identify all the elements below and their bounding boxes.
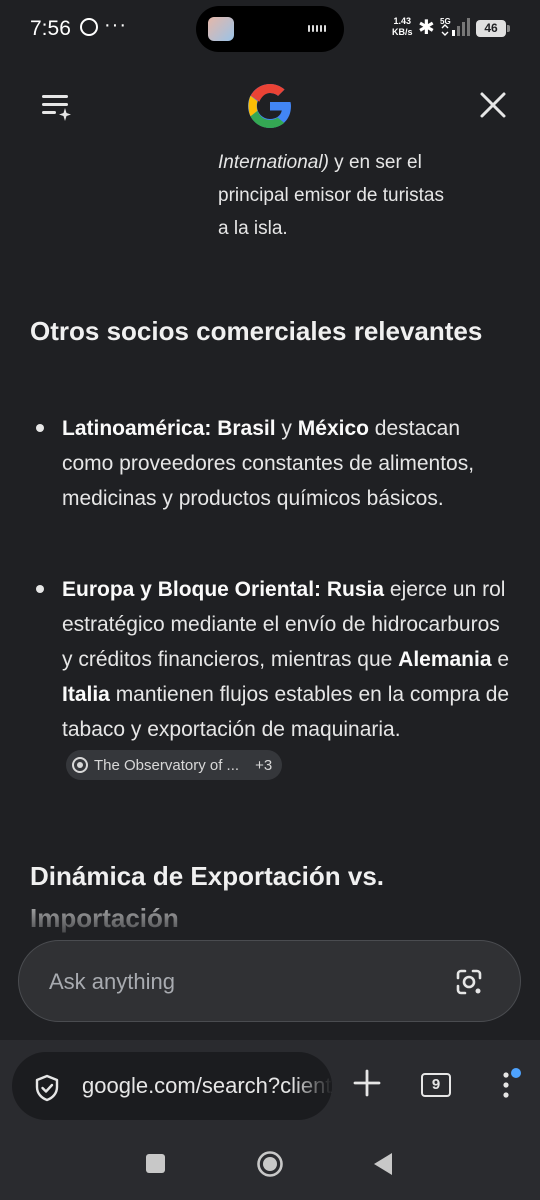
ask-input[interactable] bbox=[47, 965, 431, 999]
status-bar: 7:56 ··· 1.43 KB/s ✱ 5G 46 bbox=[0, 0, 540, 62]
google-g-icon bbox=[248, 84, 291, 128]
ask-box[interactable] bbox=[18, 940, 521, 1022]
media-thumbnail bbox=[208, 17, 234, 41]
url-bar[interactable]: google.com/search?client bbox=[12, 1052, 332, 1120]
close-icon[interactable] bbox=[478, 90, 508, 120]
app-header bbox=[0, 62, 540, 152]
recents-button[interactable] bbox=[146, 1154, 165, 1173]
dynamic-island[interactable] bbox=[196, 6, 344, 52]
source-chip[interactable]: The Observatory of ... +3 bbox=[66, 750, 283, 781]
back-button[interactable] bbox=[372, 1151, 394, 1177]
bullet-icon bbox=[36, 585, 44, 593]
signal-icon: 5G bbox=[440, 17, 470, 36]
update-badge bbox=[511, 1068, 521, 1078]
tab-switcher-button[interactable]: 9 bbox=[421, 1073, 451, 1097]
source-icon bbox=[72, 757, 88, 774]
bullet-icon bbox=[36, 424, 44, 432]
list-item: Europa y Bloque Oriental: Rusia ejerce u… bbox=[36, 572, 512, 782]
shield-check-icon[interactable] bbox=[34, 1074, 60, 1102]
more-notifications-icon: ··· bbox=[104, 14, 127, 36]
accessibility-icon bbox=[80, 18, 98, 36]
google-lens-icon[interactable] bbox=[455, 968, 483, 996]
battery-icon: 46 bbox=[476, 20, 510, 37]
section-heading: Otros socios comerciales relevantes bbox=[30, 316, 483, 346]
previous-paragraph-fragment: International) y en ser el principal emi… bbox=[218, 152, 444, 239]
browser-toolbar: google.com/search?client 9 bbox=[0, 1040, 540, 1130]
audio-wave-icon bbox=[308, 25, 326, 32]
home-button[interactable] bbox=[256, 1150, 284, 1178]
new-tab-icon[interactable] bbox=[352, 1068, 382, 1098]
status-time: 7:56 bbox=[30, 17, 71, 40]
bluetooth-icon: ✱ bbox=[418, 17, 435, 39]
ai-answer-content: International) y en ser el principal emi… bbox=[0, 140, 540, 940]
network-speed: 1.43 KB/s bbox=[392, 16, 413, 37]
list-item: Latinoamérica: Brasil y México destacan … bbox=[36, 411, 512, 516]
system-nav-bar bbox=[0, 1130, 540, 1200]
list-sparkle-icon[interactable] bbox=[40, 92, 74, 122]
